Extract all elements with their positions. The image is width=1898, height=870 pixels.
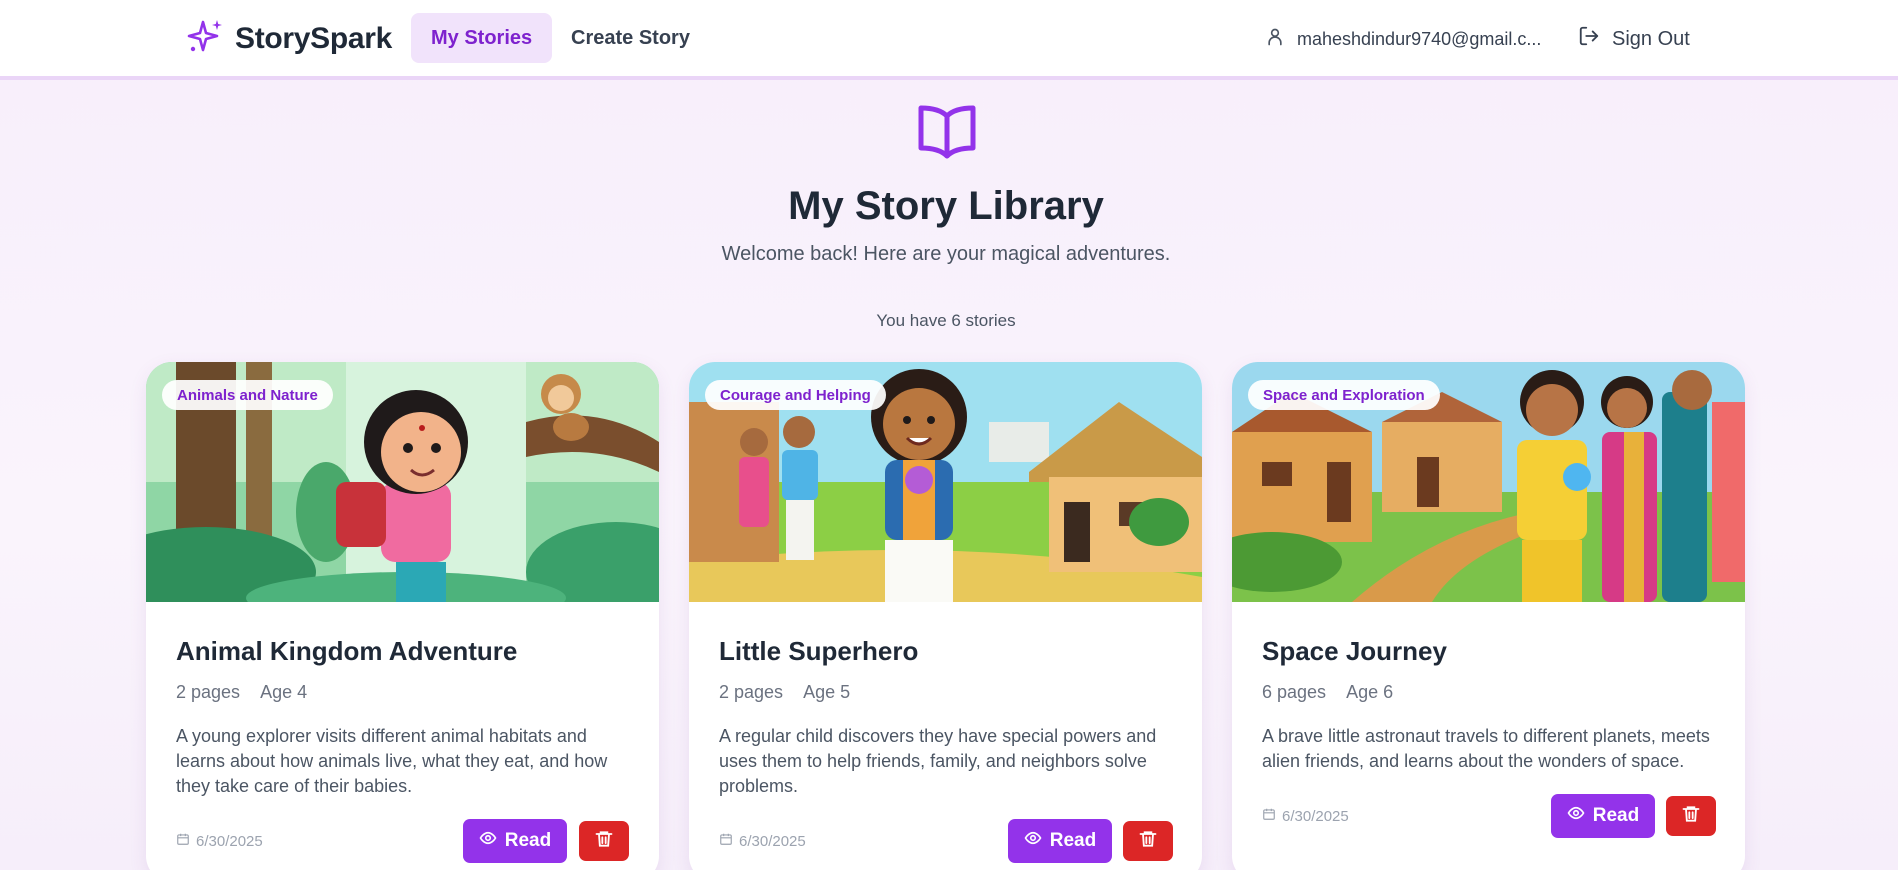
story-card[interactable]: Courage and Helping Little Superhero 2 p… — [689, 362, 1202, 870]
story-meta: 2 pages Age 4 — [176, 682, 307, 703]
read-button[interactable]: Read — [463, 819, 567, 863]
category-badge: Space and Exploration — [1248, 380, 1440, 410]
story-title[interactable]: Animal Kingdom Adventure — [176, 636, 517, 667]
page-count: 6 pages — [1262, 682, 1327, 702]
app-name: StorySpark — [235, 22, 393, 55]
eye-icon — [1024, 829, 1042, 853]
story-title[interactable]: Space Journey — [1262, 636, 1447, 667]
page-subtitle: Welcome back! Here are your magical adve… — [721, 243, 1171, 265]
calendar-icon — [176, 832, 190, 850]
user-email: maheshdindur9740@gmail.c... — [1297, 28, 1542, 49]
top-nav-bar: StorySpark My Stories Create Story mahes… — [0, 0, 1898, 80]
story-date: 6/30/2025 — [1262, 806, 1349, 826]
story-card[interactable]: Space and Exploration Space Journey 6 pa… — [1232, 362, 1745, 870]
story-illustration[interactable]: Courage and Helping — [689, 362, 1202, 602]
date-value: 6/30/2025 — [739, 832, 806, 850]
story-count: You have 6 stories — [876, 311, 1016, 330]
calendar-icon — [719, 832, 733, 850]
nav-my-stories[interactable]: My Stories — [411, 13, 553, 63]
logo[interactable]: StorySpark — [187, 18, 392, 60]
page-count: 2 pages — [176, 682, 241, 702]
age-label: Age 6 — [1346, 682, 1394, 702]
story-description: A young explorer visits different animal… — [176, 726, 608, 796]
eye-icon — [1567, 804, 1585, 828]
trash-icon — [1681, 804, 1701, 829]
trash-icon — [1138, 829, 1158, 854]
read-button[interactable]: Read — [1008, 819, 1112, 863]
book-open-icon — [917, 104, 977, 160]
story-date: 6/30/2025 — [176, 831, 263, 851]
date-value: 6/30/2025 — [1282, 807, 1349, 825]
nav-create-story[interactable]: Create Story — [551, 13, 710, 63]
story-description: A brave little astronaut travels to diff… — [1262, 726, 1710, 771]
log-out-icon — [1578, 25, 1600, 53]
delete-button[interactable] — [1666, 796, 1716, 836]
read-label: Read — [1049, 830, 1097, 851]
page-count: 2 pages — [719, 682, 784, 702]
date-value: 6/30/2025 — [196, 832, 263, 850]
page-title: My Story Library — [788, 184, 1104, 228]
category-badge: Animals and Nature — [162, 380, 333, 410]
story-illustration[interactable]: Animals and Nature — [146, 362, 659, 602]
user-icon — [1265, 27, 1285, 52]
story-title[interactable]: Little Superhero — [719, 636, 918, 667]
story-date: 6/30/2025 — [719, 831, 806, 851]
delete-button[interactable] — [579, 821, 629, 861]
sign-out-button[interactable]: Sign Out — [1578, 20, 1690, 58]
calendar-icon — [1262, 807, 1276, 825]
user-menu[interactable]: maheshdindur9740@gmail.c... — [1265, 20, 1541, 58]
story-meta: 6 pages Age 6 — [1262, 682, 1393, 703]
story-description: A regular child discovers they have spec… — [719, 726, 1157, 796]
eye-icon — [479, 829, 497, 853]
category-badge: Courage and Helping — [705, 380, 886, 410]
read-label: Read — [1592, 805, 1640, 826]
age-label: Age 5 — [803, 682, 851, 702]
trash-icon — [594, 829, 614, 854]
age-label: Age 4 — [260, 682, 308, 702]
story-meta: 2 pages Age 5 — [719, 682, 850, 703]
read-button[interactable]: Read — [1551, 794, 1655, 838]
story-illustration[interactable]: Space and Exploration — [1232, 362, 1745, 602]
sign-out-label: Sign Out — [1612, 27, 1690, 50]
sparkles-icon — [187, 18, 225, 61]
delete-button[interactable] — [1123, 821, 1173, 861]
story-card[interactable]: Animals and Nature Animal Kingdom Advent… — [146, 362, 659, 870]
read-label: Read — [504, 830, 552, 851]
